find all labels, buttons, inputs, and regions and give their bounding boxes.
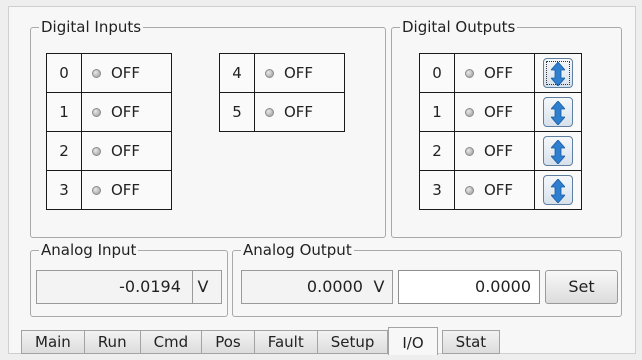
input-number: 5 — [219, 92, 255, 132]
digital-input-row-0: 0 OFF — [46, 53, 172, 93]
tab-io[interactable]: I/O — [388, 327, 438, 355]
digital-input-row-2: 2 OFF — [46, 131, 172, 171]
analog-output-unit: V — [373, 277, 385, 296]
tab-fault[interactable]: Fault — [254, 330, 318, 354]
digital-input-row-1: 1 OFF — [46, 92, 172, 132]
led-off-icon — [465, 147, 474, 156]
digital-input-row-5: 5 OFF — [219, 92, 345, 132]
digital-output-row-0: 0 OFF — [419, 53, 582, 93]
output-number: 2 — [419, 131, 455, 171]
tab-cmd[interactable]: Cmd — [140, 330, 203, 354]
toggle-output-3-button[interactable] — [543, 175, 573, 205]
led-off-icon — [465, 69, 474, 78]
digital-input-row-3: 3 OFF — [46, 170, 172, 210]
input-number: 2 — [46, 131, 82, 171]
analog-output-value: 0.0000 — [306, 277, 363, 296]
input-state: OFF — [111, 103, 141, 121]
digital-output-row-1: 1 OFF — [419, 92, 582, 132]
up-down-arrow-icon — [551, 62, 565, 86]
input-state: OFF — [111, 64, 141, 82]
led-off-icon — [92, 108, 101, 117]
analog-input-unit: V — [192, 271, 213, 303]
digital-output-row-3: 3 OFF — [419, 170, 582, 210]
output-state: OFF — [484, 64, 514, 82]
output-state: OFF — [484, 181, 514, 199]
led-off-icon — [465, 108, 474, 117]
input-number: 0 — [46, 53, 82, 93]
analog-output-input[interactable]: 0.0000 — [398, 270, 540, 304]
digital-outputs-table: 0 OFF 1 OFF 2 OFF 3 OFF — [419, 53, 582, 210]
led-off-icon — [92, 69, 101, 78]
analog-input-display: -0.0194 V — [36, 270, 222, 304]
output-number: 0 — [419, 53, 455, 93]
toggle-output-0-button[interactable] — [543, 58, 573, 88]
toggle-output-1-button[interactable] — [543, 97, 573, 127]
analog-input-title: Analog Input — [41, 241, 137, 259]
analog-output-input-value: 0.0000 — [475, 277, 531, 296]
set-button[interactable]: Set — [545, 270, 618, 304]
up-down-arrow-icon — [551, 179, 565, 203]
up-down-arrow-icon — [551, 101, 565, 125]
tab-pos[interactable]: Pos — [202, 330, 255, 354]
led-off-icon — [92, 186, 101, 195]
output-state: OFF — [484, 103, 514, 121]
output-number: 3 — [419, 170, 455, 210]
input-number: 3 — [46, 170, 82, 210]
digital-inputs-table-left: 0 OFF 1 OFF 2 OFF 3 OFF — [46, 53, 172, 210]
input-state: OFF — [111, 181, 141, 199]
input-number: 4 — [219, 53, 255, 93]
digital-inputs-title: Digital Inputs — [41, 18, 142, 36]
toggle-output-2-button[interactable] — [543, 136, 573, 166]
led-off-icon — [465, 186, 474, 195]
output-number: 1 — [419, 92, 455, 132]
digital-outputs-title: Digital Outputs — [402, 18, 516, 36]
tab-stat[interactable]: Stat — [441, 330, 501, 354]
tab-setup[interactable]: Setup — [317, 330, 389, 354]
digital-inputs-table-right: 4 OFF 5 OFF — [219, 53, 345, 132]
analog-input-value: -0.0194 — [119, 277, 181, 296]
input-number: 1 — [46, 92, 82, 132]
tab-bar: Main Run Cmd Pos Fault Setup I/O Stat — [21, 327, 501, 355]
digital-output-row-2: 2 OFF — [419, 131, 582, 171]
led-off-icon — [265, 108, 274, 117]
input-state: OFF — [284, 103, 314, 121]
led-off-icon — [92, 147, 101, 156]
analog-output-title: Analog Output — [243, 241, 352, 259]
output-state: OFF — [484, 142, 514, 160]
tab-run[interactable]: Run — [84, 330, 141, 354]
analog-output-display: 0.0000 V — [241, 270, 393, 304]
led-off-icon — [265, 69, 274, 78]
input-state: OFF — [284, 64, 314, 82]
digital-input-row-4: 4 OFF — [219, 53, 345, 93]
tab-main[interactable]: Main — [21, 330, 85, 354]
input-state: OFF — [111, 142, 141, 160]
up-down-arrow-icon — [551, 140, 565, 164]
